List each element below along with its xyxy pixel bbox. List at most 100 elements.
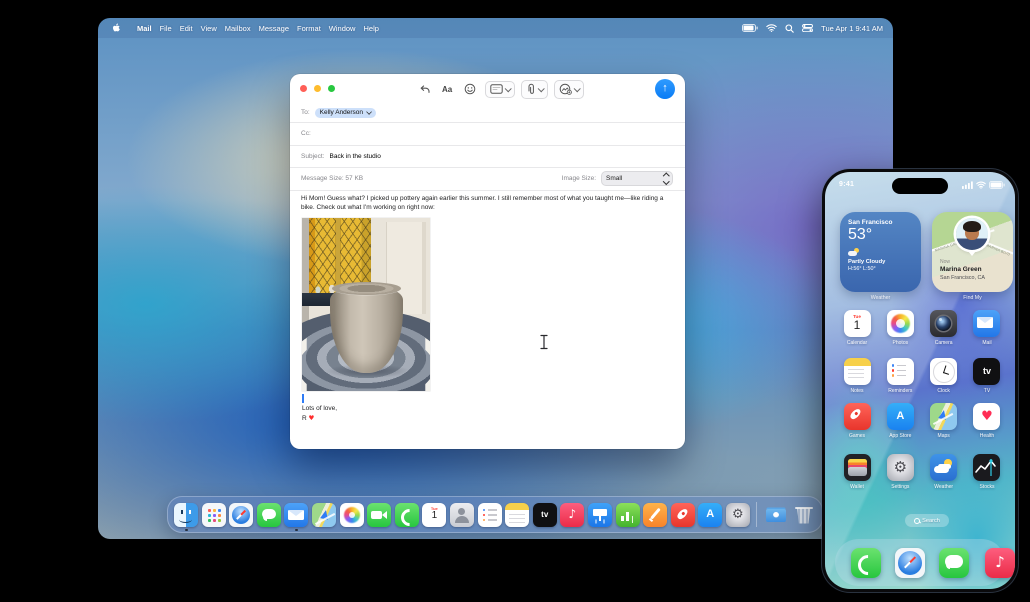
iphone-dock-music[interactable]: ♪ bbox=[985, 547, 1015, 578]
wifi-icon bbox=[976, 181, 986, 189]
dock-icon-tv[interactable]: tv bbox=[532, 502, 557, 527]
emoji-icon[interactable] bbox=[461, 81, 479, 97]
message-body[interactable]: Hi Mom! Guess what? I picked up pottery … bbox=[301, 195, 673, 212]
iphone-app-tv[interactable]: tv bbox=[973, 358, 1001, 385]
iphone-app-app-store[interactable]: A bbox=[886, 403, 914, 430]
iphone-dock-phone[interactable] bbox=[851, 547, 881, 578]
attach-button[interactable] bbox=[521, 79, 549, 99]
iphone-app-stocks[interactable] bbox=[973, 454, 1001, 481]
menu-item-mail[interactable]: Mail bbox=[137, 24, 152, 33]
iphone-screen: 9:41 San Francisco 53° Partly Cloudy H:5… bbox=[825, 172, 1015, 589]
image-size-select[interactable]: Small bbox=[601, 171, 673, 186]
dock-icon-notes[interactable] bbox=[505, 502, 530, 527]
message-size: Message Size: 57 KB bbox=[301, 175, 364, 182]
mac-desktop: Mail File Edit View Mailbox Message Form… bbox=[98, 18, 893, 539]
menu-bar-clock[interactable]: Tue Apr 1 9:41 AM bbox=[821, 24, 883, 33]
dock-icon-music[interactable]: ♪ bbox=[560, 502, 585, 527]
iphone-dock-safari[interactable] bbox=[895, 547, 925, 578]
apple-menu-icon[interactable] bbox=[112, 23, 121, 33]
menu-item-window[interactable]: Window bbox=[329, 24, 356, 33]
cc-field[interactable]: Cc: bbox=[290, 122, 685, 146]
zoom-button[interactable] bbox=[328, 85, 335, 92]
iphone-app-weather[interactable] bbox=[930, 454, 958, 481]
format-icon[interactable]: Aa bbox=[439, 83, 455, 96]
dock-icon-photos[interactable] bbox=[339, 502, 364, 527]
stepper-icon bbox=[662, 172, 669, 185]
dock-icon-phone[interactable] bbox=[394, 502, 419, 527]
stationery-button[interactable] bbox=[485, 80, 516, 98]
dock-icon-pages[interactable] bbox=[643, 502, 668, 527]
dock-icon-keynote[interactable] bbox=[587, 502, 612, 527]
dock-icon-downloads[interactable] bbox=[764, 503, 788, 527]
iphone-app-games[interactable] bbox=[843, 403, 871, 430]
find-my-widget[interactable]: MARINA GREEN DR MARINA BLVD Now Marina G… bbox=[932, 212, 1013, 292]
window-controls bbox=[300, 85, 335, 92]
to-field[interactable]: To: Kelly Anderson bbox=[290, 103, 685, 123]
dock-icon-settings[interactable]: ⚙ bbox=[725, 502, 750, 527]
dock-icon-maps[interactable] bbox=[311, 502, 336, 527]
iphone-app-settings[interactable]: ⚙ bbox=[886, 454, 914, 481]
menu-item-edit[interactable]: Edit bbox=[180, 24, 193, 33]
minimize-button[interactable] bbox=[314, 85, 321, 92]
iphone-app-photos[interactable] bbox=[886, 310, 914, 337]
image-size-label: Image Size: bbox=[561, 175, 596, 182]
to-label: To: bbox=[301, 109, 310, 116]
memoji-avatar-pin bbox=[956, 218, 988, 250]
battery-icon[interactable] bbox=[742, 24, 758, 32]
iphone-app-health[interactable]: ♥ bbox=[973, 403, 1001, 430]
dock-icon-reminders[interactable] bbox=[477, 502, 502, 527]
dock-icon-calendar[interactable]: Tue 1 bbox=[422, 502, 447, 527]
iphone-dock-messages[interactable] bbox=[939, 547, 969, 578]
undo-icon[interactable] bbox=[415, 82, 433, 97]
weather-widget-label: Weather bbox=[870, 295, 891, 301]
send-button[interactable]: ↑ bbox=[655, 79, 675, 99]
menu-item-format[interactable]: Format bbox=[297, 24, 321, 33]
menu-item-view[interactable]: View bbox=[201, 24, 217, 33]
ibeam-cursor bbox=[539, 334, 549, 350]
attached-pottery-photo[interactable] bbox=[302, 218, 430, 391]
iphone-app-maps[interactable] bbox=[930, 403, 958, 430]
dock-icon-facetime[interactable] bbox=[367, 502, 392, 527]
dock-icon-games[interactable] bbox=[670, 502, 695, 527]
spotlight-search-pill[interactable]: Search bbox=[905, 514, 949, 527]
dock-icon-launchpad[interactable] bbox=[201, 502, 226, 527]
dock-icon-numbers[interactable] bbox=[615, 502, 640, 527]
subject-label: Subject: bbox=[301, 152, 325, 160]
dock-icon-finder[interactable] bbox=[174, 502, 198, 531]
search-icon[interactable] bbox=[785, 23, 794, 33]
battery-icon bbox=[989, 181, 1005, 189]
cc-label: Cc: bbox=[301, 130, 311, 137]
findmy-widget-label: Find My bbox=[963, 295, 982, 301]
iphone-app-calendar[interactable]: Tue 1 bbox=[843, 310, 871, 337]
weather-widget[interactable]: San Francisco 53° Partly Cloudy H:56° L:… bbox=[840, 212, 921, 292]
iphone-app-reminders[interactable] bbox=[886, 358, 914, 385]
iphone-app-notes[interactable] bbox=[843, 358, 871, 385]
menu-item-file[interactable]: File bbox=[160, 24, 172, 33]
subject-field[interactable]: Subject: Back in the studio bbox=[290, 145, 685, 168]
size-row: Message Size: 57 KB Image Size: Small bbox=[290, 167, 685, 191]
dock-icon-mail[interactable] bbox=[284, 502, 309, 531]
dock-icon-messages[interactable] bbox=[256, 502, 281, 527]
menu-item-help[interactable]: Help bbox=[363, 24, 378, 33]
wifi-icon[interactable] bbox=[766, 24, 777, 32]
iphone-app-clock[interactable] bbox=[930, 358, 958, 385]
iphone-app-mail[interactable] bbox=[973, 310, 1001, 337]
menu-item-message[interactable]: Message bbox=[259, 24, 289, 33]
dock-icon-trash[interactable] bbox=[792, 503, 816, 527]
message-closing[interactable]: Lots of love, R ♥ bbox=[302, 405, 337, 423]
control-center-icon[interactable] bbox=[802, 24, 814, 32]
iphone-dock: ♪ bbox=[835, 539, 1015, 586]
dock-icon-safari[interactable] bbox=[229, 502, 254, 527]
iphone-app-camera[interactable] bbox=[930, 310, 958, 337]
insert-media-button[interactable] bbox=[554, 79, 585, 99]
iphone-app-wallet[interactable] bbox=[843, 454, 871, 481]
search-icon bbox=[914, 517, 921, 524]
cellular-icon bbox=[962, 181, 973, 189]
close-button[interactable] bbox=[300, 85, 307, 92]
dock-icon-contacts[interactable] bbox=[449, 502, 474, 527]
recipient-token[interactable]: Kelly Anderson bbox=[314, 107, 377, 118]
dock-icon-app-store[interactable]: A bbox=[698, 502, 723, 527]
iphone-clock: 9:41 bbox=[839, 181, 855, 188]
menu-item-mailbox[interactable]: Mailbox bbox=[225, 24, 251, 33]
compose-toolbar: Aa bbox=[415, 78, 585, 100]
